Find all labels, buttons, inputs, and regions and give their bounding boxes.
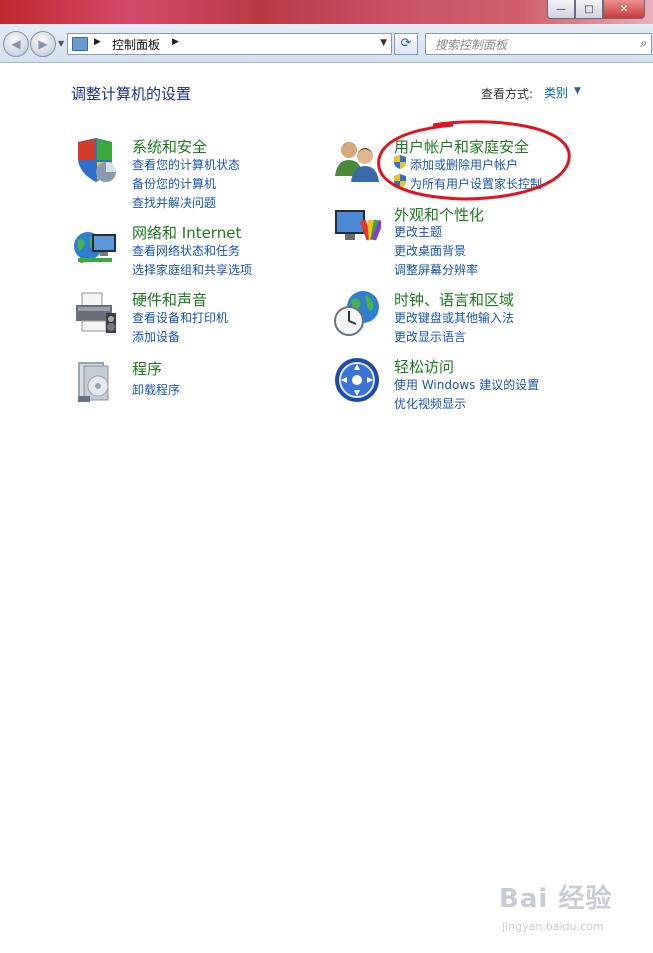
close-button[interactable]: ✕: [603, 0, 645, 19]
programs-box-icon[interactable]: [72, 358, 120, 406]
link-view-network-status[interactable]: 查看网络状态和任务: [132, 242, 240, 259]
address-dropdown-icon[interactable]: ▼: [380, 38, 387, 48]
link-add-remove-accounts[interactable]: 添加或删除用户帐户: [410, 156, 518, 173]
network-globe-icon[interactable]: [72, 222, 120, 270]
link-troubleshoot[interactable]: 查找并解决问题: [132, 194, 216, 211]
category-title[interactable]: 程序: [132, 358, 162, 379]
chevron-down-icon[interactable]: ▼: [574, 86, 581, 96]
category-title[interactable]: 硬件和声音: [132, 289, 207, 310]
link-uninstall-program[interactable]: 卸载程序: [132, 381, 180, 398]
printer-icon[interactable]: [72, 289, 120, 337]
link-devices-printers[interactable]: 查看设备和打印机: [132, 309, 228, 326]
forward-button[interactable]: ▶: [30, 31, 56, 57]
watermark-logo: Bai 经验: [499, 884, 613, 914]
window-controls: — □ ✕: [547, 0, 645, 19]
minimize-button[interactable]: —: [547, 0, 575, 19]
link-backup-computer[interactable]: 备份您的计算机: [132, 175, 216, 192]
users-icon[interactable]: [333, 136, 381, 184]
link-change-input-method[interactable]: 更改键盘或其他输入法: [394, 309, 514, 326]
link-add-device[interactable]: 添加设备: [132, 328, 180, 345]
category-title[interactable]: 时钟、语言和区域: [394, 289, 514, 310]
ease-of-access-icon[interactable]: [333, 356, 381, 404]
link-homegroup-sharing[interactable]: 选择家庭组和共享选项: [132, 261, 252, 278]
category-title[interactable]: 外观和个性化: [394, 204, 484, 225]
link-optimize-video[interactable]: 优化视频显示: [394, 395, 466, 412]
uac-shield-icon: [394, 174, 406, 188]
link-change-display-language[interactable]: 更改显示语言: [394, 328, 466, 345]
breadcrumb-separator-icon[interactable]: ▶: [94, 37, 101, 47]
view-by-label: 查看方式:: [481, 87, 534, 101]
uac-shield-icon: [394, 155, 406, 169]
page-title: 调整计算机的设置: [71, 85, 192, 103]
breadcrumb-separator-icon[interactable]: ▶: [172, 37, 179, 47]
link-change-theme[interactable]: 更改主题: [394, 223, 442, 240]
link-desktop-background[interactable]: 更改桌面背景: [394, 242, 466, 259]
title-bar: — □ ✕: [0, 0, 653, 24]
baidu-watermark: Bai 经验 jingyan.baidu.com: [499, 878, 613, 933]
link-screen-resolution[interactable]: 调整屏幕分辨率: [394, 261, 478, 278]
navigation-bar: ◀ ▶ ▼ ▶ 控制面板 ▶ ▼ ⟳ 搜索控制面板 ⌕: [0, 24, 653, 63]
monitor-palette-icon[interactable]: [333, 204, 381, 252]
breadcrumb-control-panel[interactable]: 控制面板: [112, 36, 160, 53]
address-bar[interactable]: ▶ 控制面板 ▶ ▼: [67, 33, 392, 55]
watermark-url: jingyan.baidu.com: [502, 920, 604, 933]
view-by-dropdown[interactable]: 类别: [544, 84, 568, 101]
refresh-button[interactable]: ⟳: [394, 33, 418, 55]
category-title[interactable]: 用户帐户和家庭安全: [394, 136, 529, 157]
search-input[interactable]: 搜索控制面板 ⌕: [425, 33, 652, 55]
link-recommended-settings[interactable]: 使用 Windows 建议的设置: [394, 376, 539, 393]
clock-globe-icon[interactable]: [333, 289, 381, 337]
link-parental-controls[interactable]: 为所有用户设置家长控制: [410, 175, 542, 192]
back-button[interactable]: ◀: [3, 31, 29, 57]
maximize-button[interactable]: □: [575, 0, 603, 19]
category-title[interactable]: 轻松访问: [394, 356, 454, 377]
control-panel-icon: [72, 37, 88, 51]
category-title[interactable]: 系统和安全: [132, 136, 207, 157]
category-title[interactable]: 网络和 Internet: [132, 222, 241, 243]
recent-pages-dropdown[interactable]: ▼: [58, 39, 64, 48]
link-view-computer-status[interactable]: 查看您的计算机状态: [132, 156, 240, 173]
security-shield-icon[interactable]: [72, 136, 120, 184]
search-placeholder: 搜索控制面板: [435, 38, 508, 52]
search-icon[interactable]: ⌕: [640, 36, 647, 51]
